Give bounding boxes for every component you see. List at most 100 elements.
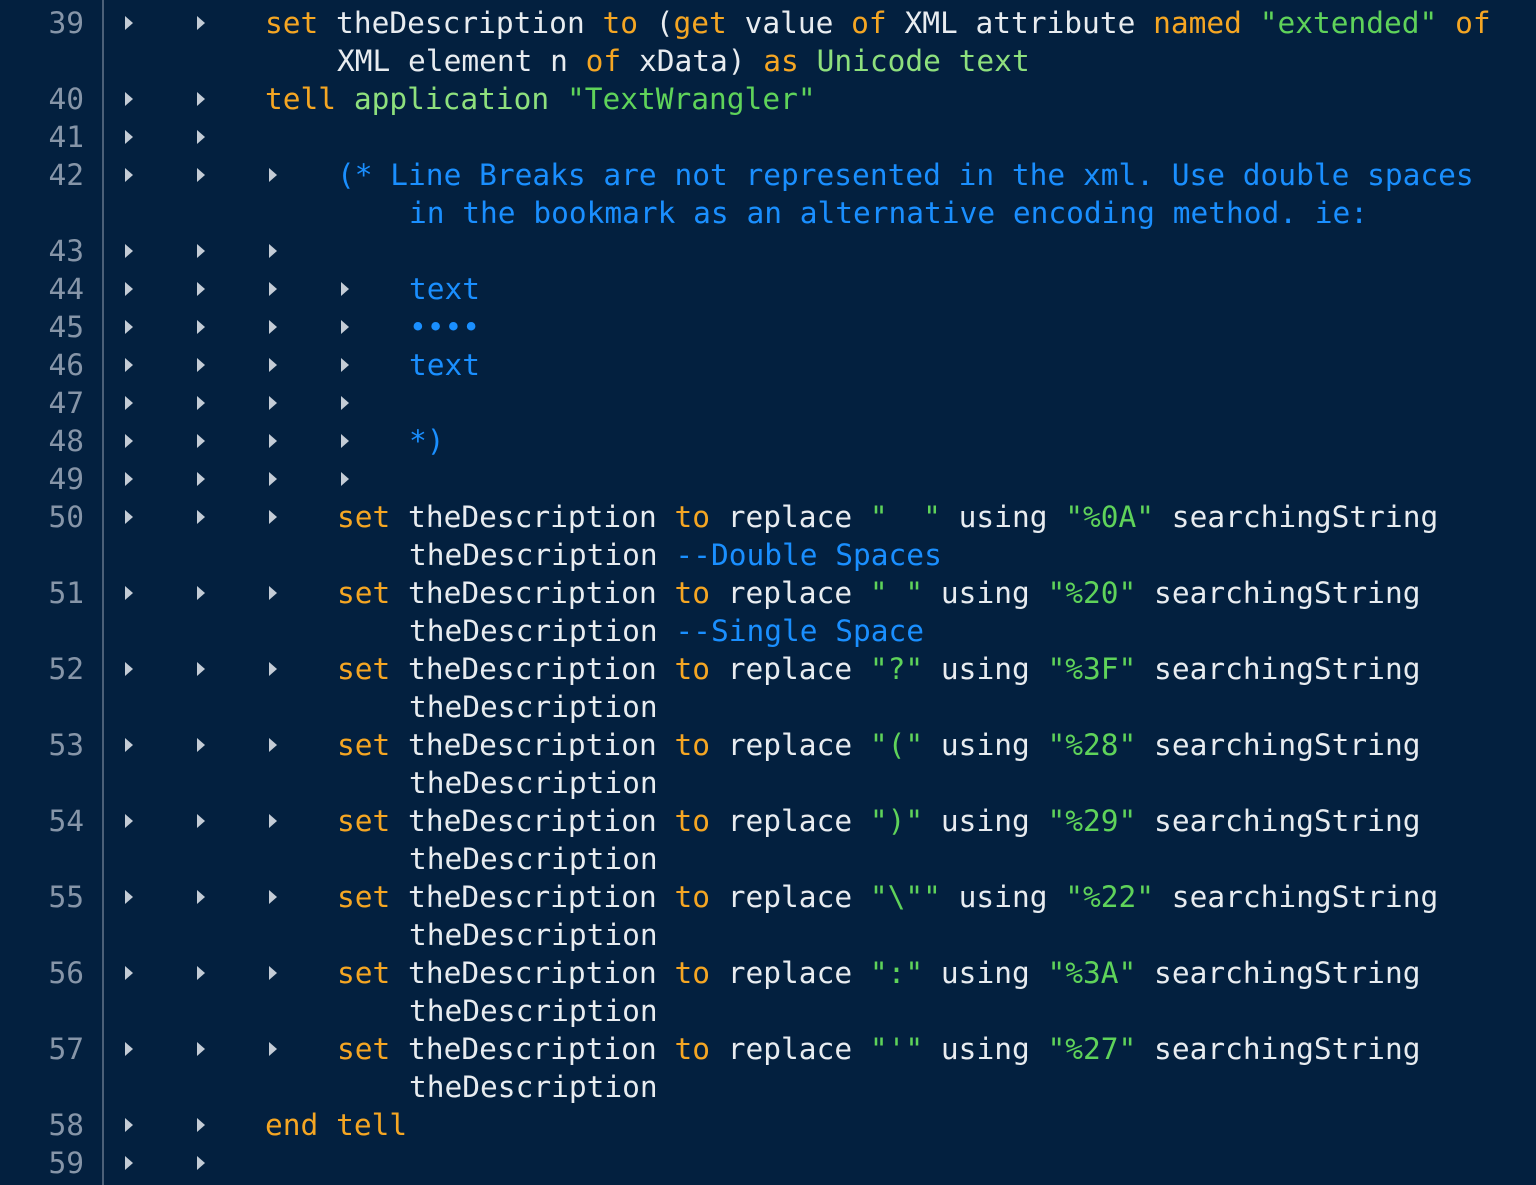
- tab-marker-icon: [125, 434, 133, 448]
- code-line[interactable]: 49: [0, 460, 1536, 498]
- code-token: using: [923, 1032, 1048, 1066]
- code-text: set theDescription to replace "(" using …: [337, 726, 1420, 764]
- tab-marker-icon: [197, 1042, 205, 1056]
- code-token: (* Line Breaks are not represented in th…: [337, 158, 1474, 192]
- code-token: theDescription: [409, 842, 658, 876]
- line-number: 43: [48, 234, 84, 268]
- code-token: "\"": [869, 880, 941, 914]
- line-number: 52: [48, 652, 84, 686]
- tab-marker-icon: [269, 814, 277, 828]
- code-token: of: [1455, 6, 1491, 40]
- code-token: theDescription: [409, 690, 658, 724]
- code-line[interactable]: 40 tell application "TextWrangler": [0, 80, 1536, 118]
- code-token: theDescription: [390, 956, 675, 990]
- tab-marker-icon: [125, 92, 133, 106]
- code-line[interactable]: 52 set theDescription to replace "?" usin…: [0, 650, 1536, 688]
- code-text: text: [409, 270, 480, 308]
- code-token: to: [674, 880, 710, 914]
- code-line[interactable]: 51 set theDescription to replace " " usin…: [0, 574, 1536, 612]
- tab-marker-icon: [125, 586, 133, 600]
- code-line[interactable]: 47: [0, 384, 1536, 422]
- tab-marker-icon: [197, 320, 205, 334]
- code-token: replace: [710, 652, 870, 686]
- tab-marker-icon: [269, 510, 277, 524]
- code-token: get: [673, 6, 727, 40]
- code-token: using: [923, 652, 1048, 686]
- line-number: 54: [48, 804, 84, 838]
- code-token: theDescription: [409, 538, 676, 572]
- code-line[interactable]: 57 set theDescription to replace "'" usin…: [0, 1030, 1536, 1068]
- code-line[interactable]: theDescription --Single Space: [0, 612, 1536, 650]
- code-text: set theDescription to replace "\"" using…: [337, 878, 1438, 916]
- code-line[interactable]: 39 set theDescription to (get value of XM…: [0, 4, 1536, 42]
- code-token: "TextWrangler": [566, 82, 816, 116]
- code-token: tell: [336, 1108, 408, 1142]
- code-line[interactable]: 46 text: [0, 346, 1536, 384]
- code-line[interactable]: 55 set theDescription to replace "\"" usi…: [0, 878, 1536, 916]
- code-token: to: [674, 500, 710, 534]
- code-line[interactable]: 56 set theDescription to replace ":" usin…: [0, 954, 1536, 992]
- code-text: theDescription: [409, 764, 658, 802]
- code-line[interactable]: 45 ••••: [0, 308, 1536, 346]
- code-text: set theDescription to (get value of XML …: [265, 4, 1491, 42]
- code-text: theDescription: [409, 916, 658, 954]
- code-line[interactable]: theDescription: [0, 688, 1536, 726]
- code-token: "%0A": [1065, 500, 1155, 534]
- code-token: theDescription: [409, 766, 658, 800]
- code-token: theDescription: [390, 500, 675, 534]
- code-line[interactable]: theDescription: [0, 916, 1536, 954]
- tab-marker-icon: [341, 282, 349, 296]
- code-token: replace: [710, 1032, 870, 1066]
- code-line[interactable]: 50 set theDescription to replace " " usin…: [0, 498, 1536, 536]
- code-line[interactable]: theDescription: [0, 1068, 1536, 1106]
- tab-marker-icon: [125, 282, 133, 296]
- code-token: named: [1153, 6, 1242, 40]
- line-number: 40: [48, 82, 84, 116]
- tab-marker-icon: [125, 168, 133, 182]
- code-text: set theDescription to replace "?" using …: [337, 650, 1420, 688]
- tab-marker-icon: [269, 586, 277, 600]
- code-token: "%3A": [1047, 956, 1137, 990]
- code-line[interactable]: in the bookmark as an alternative encodi…: [0, 194, 1536, 232]
- tab-marker-icon: [341, 358, 349, 372]
- code-line[interactable]: 41: [0, 118, 1536, 156]
- code-line[interactable]: 59: [0, 1144, 1536, 1182]
- code-token: text: [409, 272, 481, 306]
- tab-marker-icon: [197, 92, 205, 106]
- code-line[interactable]: 58 end tell: [0, 1106, 1536, 1144]
- code-editor[interactable]: 39 set theDescription to (get value of XM…: [0, 0, 1536, 1185]
- code-token: Unicode text: [816, 44, 1030, 78]
- tab-marker-icon: [269, 168, 277, 182]
- tab-marker-icon: [269, 472, 277, 486]
- tab-marker-icon: [269, 966, 277, 980]
- code-line[interactable]: theDescription: [0, 764, 1536, 802]
- code-line[interactable]: 54 set theDescription to replace ")" usin…: [0, 802, 1536, 840]
- code-line[interactable]: 44 text: [0, 270, 1536, 308]
- code-token: set: [337, 880, 391, 914]
- tab-marker-icon: [197, 510, 205, 524]
- line-number: 49: [48, 462, 84, 496]
- code-line[interactable]: 53 set theDescription to replace "(" usin…: [0, 726, 1536, 764]
- code-line[interactable]: theDescription: [0, 992, 1536, 1030]
- code-line[interactable]: XML element n of xData) as Unicode text: [0, 42, 1536, 80]
- code-line[interactable]: 48 *): [0, 422, 1536, 460]
- code-token: theDescription: [318, 6, 603, 40]
- code-token: "'": [869, 1032, 924, 1066]
- line-number: 47: [48, 386, 84, 420]
- tab-marker-icon: [341, 472, 349, 486]
- code-token: text: [409, 348, 481, 382]
- tab-marker-icon: [125, 1118, 133, 1132]
- code-line[interactable]: theDescription --Double Spaces: [0, 536, 1536, 574]
- code-text: set theDescription to replace "'" using …: [337, 1030, 1420, 1068]
- code-token: theDescription: [390, 728, 675, 762]
- code-line[interactable]: theDescription: [0, 840, 1536, 878]
- code-text: tell application "TextWrangler": [265, 80, 816, 118]
- code-token: "%28": [1047, 728, 1137, 762]
- code-line[interactable]: 42 (* Line Breaks are not represented in …: [0, 156, 1536, 194]
- code-token: theDescription: [390, 652, 675, 686]
- code-token: "%3F": [1047, 652, 1137, 686]
- code-line[interactable]: 43: [0, 232, 1536, 270]
- code-token: to: [674, 1032, 710, 1066]
- code-token: theDescription: [409, 614, 676, 648]
